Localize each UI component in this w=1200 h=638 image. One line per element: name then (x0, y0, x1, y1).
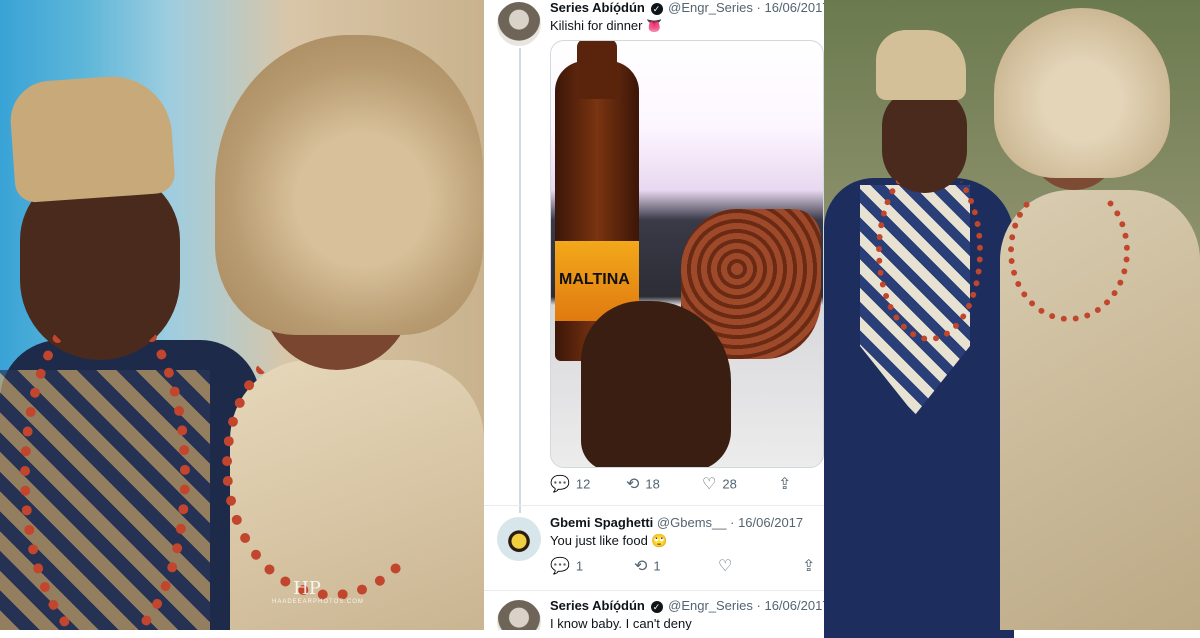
bride-coral-beads (222, 330, 442, 600)
watermark-text: HAADEEARPHOTOS.COM (272, 599, 364, 605)
tweet-text: You just like food 🙄 (550, 533, 668, 548)
bottle-neck (577, 41, 617, 99)
author-name[interactable]: Gbemi Spaghetti (550, 515, 653, 530)
like-icon: ♡ (718, 558, 733, 575)
tweet-actions: 💬 12 ⟲ 18 ♡ 28 ⇪ (550, 474, 810, 494)
groom-coral-beads (20, 300, 190, 630)
reply-count: 1 (575, 558, 584, 574)
groom-fila-cap (876, 30, 966, 100)
retweet-icon: ⟲ (626, 476, 640, 493)
tweet-header: Series Abíọ́dún ✓ @Engr_Series · 16/06/2… (550, 598, 824, 613)
tweet-header: Gbemi Spaghetti @Gbems__ · 16/06/2017 (550, 515, 803, 530)
tweet-thread-screenshot: Series Abíọ́dún ✓ @Engr_Series · 16/06/2… (484, 0, 824, 630)
separator-dot: · (756, 598, 761, 613)
avatar[interactable] (497, 517, 541, 561)
like-button[interactable]: ♡ (718, 556, 738, 576)
retweet-button[interactable]: ⟲ 18 (626, 474, 660, 494)
verified-badge-icon: ✓ (650, 600, 663, 613)
photo-watermark: HP HAADEEARPHOTOS.COM (272, 578, 364, 605)
author-name[interactable]: Series Abíọ́dún (550, 0, 645, 15)
hand (581, 301, 731, 467)
share-icon: ⇪ (802, 558, 816, 575)
tweet-divider (484, 505, 824, 506)
author-handle[interactable]: @Engr_Series (668, 598, 753, 613)
author-name[interactable]: Series Abíọ́dún (550, 598, 645, 613)
bride-coral-beads (1008, 180, 1130, 322)
retweet-count: 18 (645, 476, 660, 492)
share-button[interactable]: ⇪ (778, 474, 797, 494)
tweet-header: Series Abíọ́dún ✓ @Engr_Series · 16/06/2… (550, 0, 824, 15)
bride-gele-headwrap (215, 35, 483, 335)
bride-gele-headwrap (994, 8, 1170, 178)
verified-badge-icon: ✓ (650, 2, 663, 15)
like-count: 28 (722, 476, 737, 492)
tweet-date[interactable]: 16/06/2017 (764, 0, 824, 15)
avatar[interactable] (497, 2, 541, 46)
tweet-text: Kilishi for dinner 👅 (550, 18, 663, 33)
author-handle[interactable]: @Engr_Series (668, 0, 753, 15)
avatar[interactable] (497, 600, 541, 630)
reply-button[interactable]: 💬 1 (550, 556, 583, 576)
separator-dot: · (756, 0, 761, 15)
author-handle[interactable]: @Gbems__ (657, 515, 727, 530)
like-button[interactable]: ♡ 28 (702, 474, 737, 494)
thread-connector-line (519, 48, 521, 513)
bottle-brand-text: MALTINA (559, 271, 630, 288)
like-icon: ♡ (702, 476, 717, 493)
tweet-actions: 💬 1 ⟲ 1 ♡ ⇪ (550, 556, 815, 576)
share-button[interactable]: ⇪ (802, 556, 821, 576)
tweet-divider (484, 590, 824, 591)
reply-button[interactable]: 💬 12 (550, 474, 590, 494)
retweet-button[interactable]: ⟲ 1 (634, 556, 661, 576)
reply-icon: 💬 (550, 558, 570, 575)
retweet-icon: ⟲ (634, 558, 648, 575)
tweet-date[interactable]: 16/06/2017 (738, 515, 803, 530)
tweet-media-photo[interactable]: MALTINA (550, 40, 824, 468)
groom-coral-beads (876, 160, 983, 342)
groom-fila-cap (8, 72, 176, 204)
separator-dot: · (730, 515, 735, 530)
retweet-count: 1 (653, 558, 661, 574)
tweet-text: I know baby. I can't deny (550, 616, 692, 630)
left-couple-photo: HP HAADEEARPHOTOS.COM (0, 0, 484, 630)
share-icon: ⇪ (778, 476, 792, 493)
watermark-logo: HP (293, 578, 321, 599)
reply-icon: 💬 (550, 476, 570, 493)
reply-count: 12 (575, 476, 591, 492)
tweet-date[interactable]: 16/06/2017 (764, 598, 824, 613)
